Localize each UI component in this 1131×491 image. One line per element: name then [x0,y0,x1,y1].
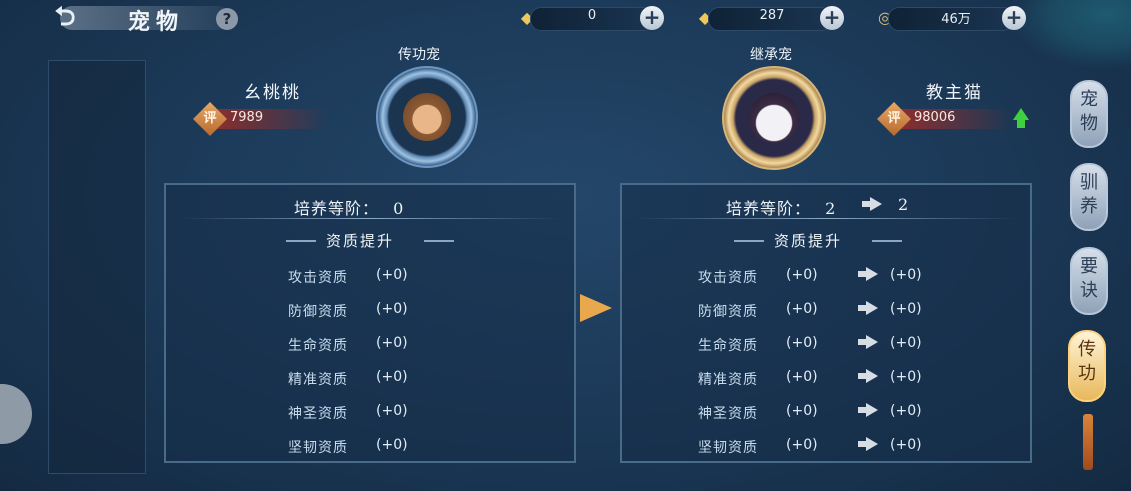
stat-from: (+0) [786,437,818,453]
monkey-avatar-icon [403,93,451,141]
section-deco-right [872,240,902,242]
stat-from: (+0) [786,369,818,385]
level-row: 培养等阶： 2 [726,195,836,219]
tab-pet[interactable]: 宠物 [1070,80,1108,148]
score-badge-label: 评 [887,111,901,126]
stat-from: (+0) [786,267,818,283]
tassel-decoration [1083,414,1093,470]
resource-gold-ingot-2: ◆ 287 + [690,6,846,31]
page-title: 宠物 [128,9,185,35]
section-deco-right [424,240,454,242]
stat-to: (+0) [890,335,922,351]
level-arrow-icon [870,197,882,211]
cat-avatar-icon [749,93,799,143]
wheel-handle[interactable] [0,384,32,444]
stat-arrow-icon [866,335,878,349]
stat-value: (+0) [376,267,408,283]
stat-label: 坚韧资质 [698,440,758,456]
section-title: 资质提升 [326,232,395,250]
stat-from: (+0) [786,403,818,419]
divider [180,218,560,219]
add-copper-coin-button[interactable]: + [1002,6,1026,30]
score-badge-label: 评 [203,111,217,126]
resource-value: 287 [759,8,785,23]
stat-arrow-icon [866,301,878,315]
section-deco-left [734,240,764,242]
stat-to: (+0) [890,369,922,385]
stat-to: (+0) [890,301,922,317]
pet-list-panel[interactable] [48,60,146,474]
source-pet-role: 传功宠 [398,47,440,63]
source-pet-panel: 培养等阶： 0 资质提升 攻击资质 (+0) 防御资质 (+0) 生命资质 (+… [164,183,576,463]
stat-from: (+0) [786,335,818,351]
stat-arrow-icon [866,369,878,383]
stat-label: 生命资质 [698,338,758,354]
level-value: 0 [393,199,405,218]
back-button[interactable]: ⮌ [40,2,90,32]
section-title: 资质提升 [774,232,843,250]
stat-label: 精准资质 [288,372,348,388]
target-pet-role: 继承宠 [750,47,792,63]
score-value: 7989 [230,110,264,125]
tab-secrets[interactable]: 要诀 [1070,247,1108,315]
stat-value: (+0) [376,403,408,419]
add-gold-ingot-button[interactable]: + [640,6,664,30]
level-from: 2 [825,199,837,218]
stat-label: 生命资质 [288,338,348,354]
stat-to: (+0) [890,437,922,453]
section-deco-left [286,240,316,242]
tab-transfer[interactable]: 传功 [1068,330,1106,402]
stat-arrow-icon [866,403,878,417]
stat-label: 神圣资质 [288,406,348,422]
stat-value: (+0) [376,301,408,317]
stat-label: 攻击资质 [698,270,758,286]
stat-label: 防御资质 [698,304,758,320]
resource-gold-ingot: ◆ 0 + [512,6,668,31]
score-value: 98006 [914,110,956,125]
stat-value: (+0) [376,437,408,453]
stat-to: (+0) [890,267,922,283]
stat-label: 神圣资质 [698,406,758,422]
resource-value: 0 [587,8,597,23]
stat-label: 攻击资质 [288,270,348,286]
transfer-arrow-icon [580,294,612,322]
stat-value: (+0) [376,369,408,385]
source-pet-name: 幺桃桃 [244,83,301,103]
stat-label: 坚韧资质 [288,440,348,456]
divider [636,218,1016,219]
target-pet-name: 教主猫 [926,83,983,103]
level-row: 培养等阶： 0 [294,195,404,219]
stat-value: (+0) [376,335,408,351]
level-label: 培养等阶： [294,199,380,218]
stat-to: (+0) [890,403,922,419]
stat-label: 精准资质 [698,372,758,388]
score-up-arrow-stem [1017,119,1025,128]
target-pet-score: 评 98006 [877,102,1022,136]
level-to: 2 [898,195,910,214]
resource-value: 46万 [941,12,971,27]
source-pet-score: 评 7989 [193,102,338,136]
stat-from: (+0) [786,301,818,317]
tab-tame[interactable]: 驯养 [1070,163,1108,231]
stat-arrow-icon [866,267,878,281]
level-label: 培养等阶： [726,199,812,218]
stat-label: 防御资质 [288,304,348,320]
resource-copper-coin: ◎ 46万 + [870,6,1030,31]
target-pet-panel: 培养等阶： 2 2 资质提升 攻击资质 (+0) (+0) 防御资质 (+0) … [620,183,1032,463]
add-gold-ingot-2-button[interactable]: + [820,6,844,30]
stat-arrow-icon [866,437,878,451]
help-button[interactable]: ? [216,8,238,30]
